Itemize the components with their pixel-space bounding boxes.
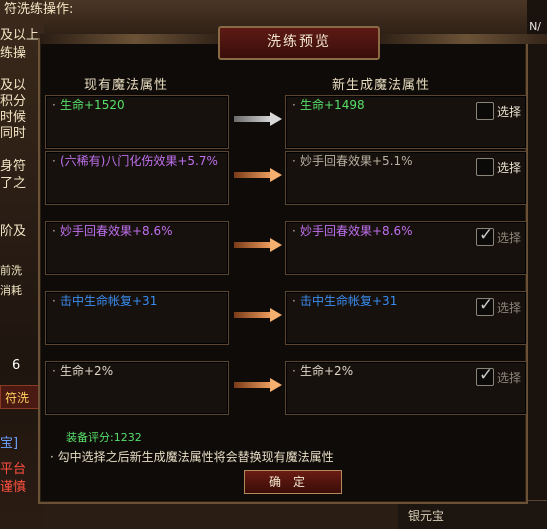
current-attribute-panel: · 生命+2%	[45, 361, 229, 415]
checkmark-icon: ✓	[479, 295, 494, 315]
bullet-icon: ·	[292, 98, 296, 112]
select-label[interactable]: 选择	[497, 229, 521, 246]
background-line: 练操	[0, 46, 27, 61]
background-line: 平台	[0, 462, 27, 477]
new-attribute-text: 生命+2%	[300, 364, 354, 378]
select-label[interactable]: 选择	[497, 369, 521, 386]
select-label[interactable]: 选择	[497, 103, 521, 120]
replace-arrow-icon	[234, 308, 284, 322]
background-line: 谨慎	[0, 480, 27, 495]
replace-arrow-icon	[234, 378, 284, 392]
select-checkbox[interactable]: ✓	[476, 225, 494, 246]
background-line: 同时	[0, 126, 27, 141]
background-line: 阶及	[0, 224, 27, 239]
bullet-icon: ·	[292, 154, 296, 168]
current-attribute-text: 击中生命帐复+31	[60, 294, 158, 308]
select-checkbox[interactable]	[476, 158, 494, 176]
new-attribute-panel: · 生命+1498 选择	[285, 95, 527, 149]
replace-arrow-icon	[234, 238, 284, 252]
current-attributes-header: 现有魔法属性	[84, 78, 169, 93]
title-ornament-right	[372, 34, 547, 44]
background-line: 宝]	[0, 436, 19, 451]
current-attribute-panel: · 击中生命帐复+31	[45, 291, 229, 345]
replace-arrow-icon	[234, 168, 284, 182]
select-label[interactable]: 选择	[497, 159, 521, 176]
checkmark-icon: ✓	[479, 365, 494, 385]
background-line: 消耗	[0, 284, 22, 297]
current-attribute-text: 生命+2%	[60, 364, 114, 378]
currency-field: 银元宝	[398, 500, 547, 529]
replace-arrow-icon	[234, 112, 284, 126]
current-attribute-text: (六稀有)八门化伤效果+5.7%	[60, 154, 218, 168]
background-instruction-text: 符洗练操作:	[4, 2, 74, 17]
new-attribute-text: 妙手回春效果+8.6%	[300, 224, 413, 238]
new-attribute-text: 妙手回春效果+5.1%	[300, 154, 413, 168]
title-ornament-left	[40, 34, 230, 44]
select-checkbox[interactable]: ✓	[476, 365, 494, 386]
instruction-note: · 勾中选择之后新生成魔法属性将会替换现有魔法属性	[50, 450, 334, 464]
background-line: 及以上	[0, 28, 40, 43]
background-corner-text: N/	[529, 20, 541, 33]
current-attribute-text: 妙手回春效果+8.6%	[60, 224, 173, 238]
select-checkbox[interactable]: ✓	[476, 295, 494, 316]
current-attribute-panel: · (六稀有)八门化伤效果+5.7%	[45, 151, 229, 205]
background-line: 了之	[0, 176, 27, 191]
bullet-icon: ·	[52, 294, 56, 308]
new-attribute-panel: · 生命+2% ✓ 选择	[285, 361, 527, 415]
new-attribute-panel: · 击中生命帐复+31 ✓ 选择	[285, 291, 527, 345]
current-attribute-panel: · 妙手回春效果+8.6%	[45, 221, 229, 275]
dialog-title: 洗练预览	[267, 34, 331, 50]
new-attribute-text: 击中生命帐复+31	[300, 294, 398, 308]
confirm-button[interactable]: 确定	[244, 470, 342, 494]
bullet-icon: ·	[292, 294, 296, 308]
bullet-icon: ·	[292, 224, 296, 238]
dialog-title-bar: 洗练预览	[218, 26, 380, 60]
background-line: 前洗	[0, 264, 22, 277]
select-label[interactable]: 选择	[497, 299, 521, 316]
bullet-icon: ·	[52, 154, 56, 168]
game-background-right	[527, 0, 547, 528]
select-checkbox[interactable]	[476, 102, 494, 120]
current-attribute-text: 生命+1520	[60, 98, 125, 112]
new-attributes-header: 新生成魔法属性	[332, 78, 431, 93]
equipment-score: 装备评分:1232	[66, 431, 142, 444]
background-button[interactable]: 符洗	[0, 385, 42, 409]
background-count: 6	[12, 358, 21, 373]
new-attribute-panel: · 妙手回春效果+5.1% 选择	[285, 151, 527, 205]
new-attribute-panel: · 妙手回春效果+8.6% ✓ 选择	[285, 221, 527, 275]
bullet-icon: ·	[52, 98, 56, 112]
new-attribute-text: 生命+1498	[300, 98, 365, 112]
bullet-icon: ·	[52, 364, 56, 378]
bullet-icon: ·	[52, 224, 56, 238]
checkmark-icon: ✓	[479, 225, 494, 245]
current-attribute-panel: · 生命+1520	[45, 95, 229, 149]
bullet-icon: ·	[292, 364, 296, 378]
